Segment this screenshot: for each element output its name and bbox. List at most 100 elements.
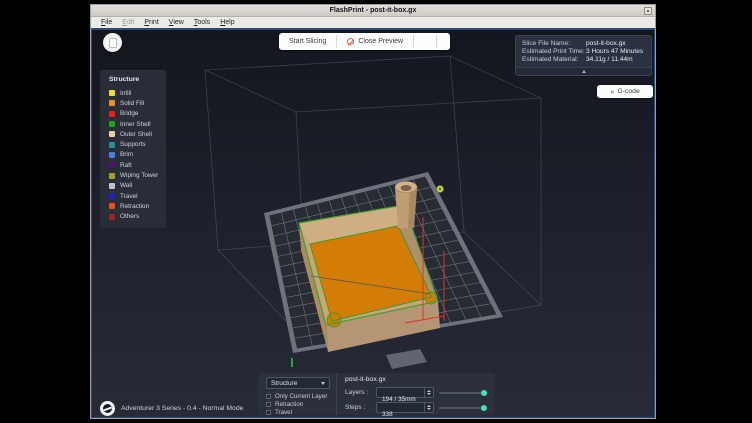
load-file-button[interactable] [103,33,122,52]
legend-color-chip [109,110,115,117]
checkbox-label: Only Current Layer [275,392,328,400]
machine-icon [100,401,115,416]
legend-item: Solid Fill [109,98,162,108]
document-icon [108,37,117,48]
slice-info-value: 34.11g / 11.44m [586,56,633,63]
spinner-up-icon [427,404,431,407]
menu-view[interactable]: View [164,17,189,29]
layers-slider-thumb[interactable] [481,389,487,396]
legend-item: Travel [109,191,162,201]
prohibition-icon [347,38,355,45]
legend-item: Brim [109,150,162,160]
checkbox-only-current-layer[interactable]: Only Current Layer [266,392,336,400]
checkbox-box[interactable] [266,393,271,399]
slice-info-row: Estimated Material: 34.11g / 11.44m [516,56,651,64]
structure-dropdown-value: Structure [271,379,298,387]
slice-info-label: Slice File Name: [522,40,571,47]
legend-item: Raft [109,160,162,170]
legend-color-chip [109,131,115,138]
start-slicing-button[interactable]: Start Slicing [279,33,336,50]
legend-color-chip [109,162,115,169]
menu-bar: File Edit Print View Tools Help [91,17,655,29]
legend-label: Travel [120,192,138,200]
flashprint-window: FlashPrint - post-it-box.gx File Edit Prin… [90,4,656,419]
structure-legend: Structure Infill Solid Fill Bridge Inner Sh… [100,70,166,228]
legend-color-chip [109,213,115,220]
steps-spinbox[interactable]: 338 [376,402,434,418]
menu-edit: Edit [122,18,135,26]
legend-label: Retraction [120,202,150,210]
menu-help[interactable]: Help [215,17,239,29]
legend-item: Others [109,212,162,222]
legend-item: Retraction [109,201,162,211]
legend-item: Wall [109,181,162,191]
steps-slider[interactable] [439,403,487,413]
close-preview-button[interactable]: Close Preview [337,33,413,50]
checkbox-label: Travel [275,408,292,416]
legend-item: Bridge [109,109,162,119]
steps-slider-track [439,406,485,409]
machine-status-text: Adventurer 3 Series - 0.4 - Normal Mode [121,405,244,412]
menu-tools[interactable]: Tools [189,17,215,29]
layers-spinbox[interactable]: 194 / 35mm [376,387,434,403]
spinner-down-icon [427,393,431,396]
spinner-down-icon [427,408,431,411]
machine-status: Adventurer 3 Series - 0.4 - Normal Mode [100,401,243,416]
legend-item: Wiping Tower [109,170,162,180]
layers-spinner-buttons[interactable] [424,388,433,397]
legend-color-chip [109,151,115,158]
legend-label: Others [120,213,140,221]
steps-value: 338 [382,411,393,418]
structure-dropdown[interactable]: Structure [266,377,330,389]
steps-slider-thumb[interactable] [481,404,487,411]
window-menu-button[interactable] [644,7,652,15]
window-title: FlashPrint - post-it-box.gx [329,6,417,14]
legend-label: Supports [120,141,146,149]
legend-color-chip [109,193,115,200]
checkbox-box[interactable] [266,409,271,415]
layers-slider[interactable] [439,388,487,398]
close-preview-label: Close Preview [358,38,404,45]
slice-info-rows: Slice File Name: post-it-box.gx Estimated … [516,36,651,67]
steps-label: Steps : [345,404,366,411]
chevrons-left-icon [610,88,614,96]
legend-title: Structure [109,76,140,83]
slice-info-row: Estimated Print Time: 3 Hours 47 Minutes [516,48,651,56]
legend-label: Infill [120,89,132,97]
legend-color-chip [109,100,115,107]
caret-down-icon [321,381,325,385]
title-bar: FlashPrint - post-it-box.gx [91,5,655,17]
legend-color-chip [109,182,115,189]
checkbox-travel[interactable]: Travel [266,408,336,416]
checkbox-label: Retraction [275,400,304,408]
legend-label: Solid Fill [120,99,145,107]
checkbox-box[interactable] [266,401,271,407]
preview-controls-left: Structure Only Current Layer Retraction Tr… [258,373,336,416]
legend-color-chip [109,203,115,210]
legend-label: Brim [120,151,134,159]
slice-info-row: Slice File Name: post-it-box.gx [516,40,651,48]
viewport-area: Start Slicing Close Preview Slice File N… [91,29,655,418]
slice-info-value: 3 Hours 47 Minutes [586,48,644,55]
slice-info-label: Estimated Material: [522,56,579,63]
viewport-3d[interactable] [91,29,655,418]
preview-file-name: post-it-box.gx [345,376,386,383]
preview-controls-right: post-it-box.gx Layers : 194 / 35mm Steps… [336,373,495,418]
legend-item: Inner Shell [109,119,162,129]
legend-color-chip [109,141,115,148]
menu-file[interactable]: File [96,17,117,29]
steps-spinner-buttons[interactable] [424,403,433,412]
layers-row: Layers : 194 / 35mm [345,387,487,403]
legend-label: Wiping Tower [120,172,159,180]
slice-info-collapse-handle[interactable] [516,67,651,75]
checkbox-retraction[interactable]: Retraction [266,400,336,408]
menu-print[interactable]: Print [139,17,163,29]
steps-row: Steps : 338 [345,402,487,418]
preview-toolbar: Start Slicing Close Preview [279,33,451,50]
gcode-label: G-code [617,88,640,95]
caret-up-icon [581,70,586,73]
toolbar-empty-segment [414,33,436,50]
plate-front-tab [386,349,427,369]
gcode-button[interactable]: G-code [597,85,653,98]
layers-slider-track [439,391,485,394]
